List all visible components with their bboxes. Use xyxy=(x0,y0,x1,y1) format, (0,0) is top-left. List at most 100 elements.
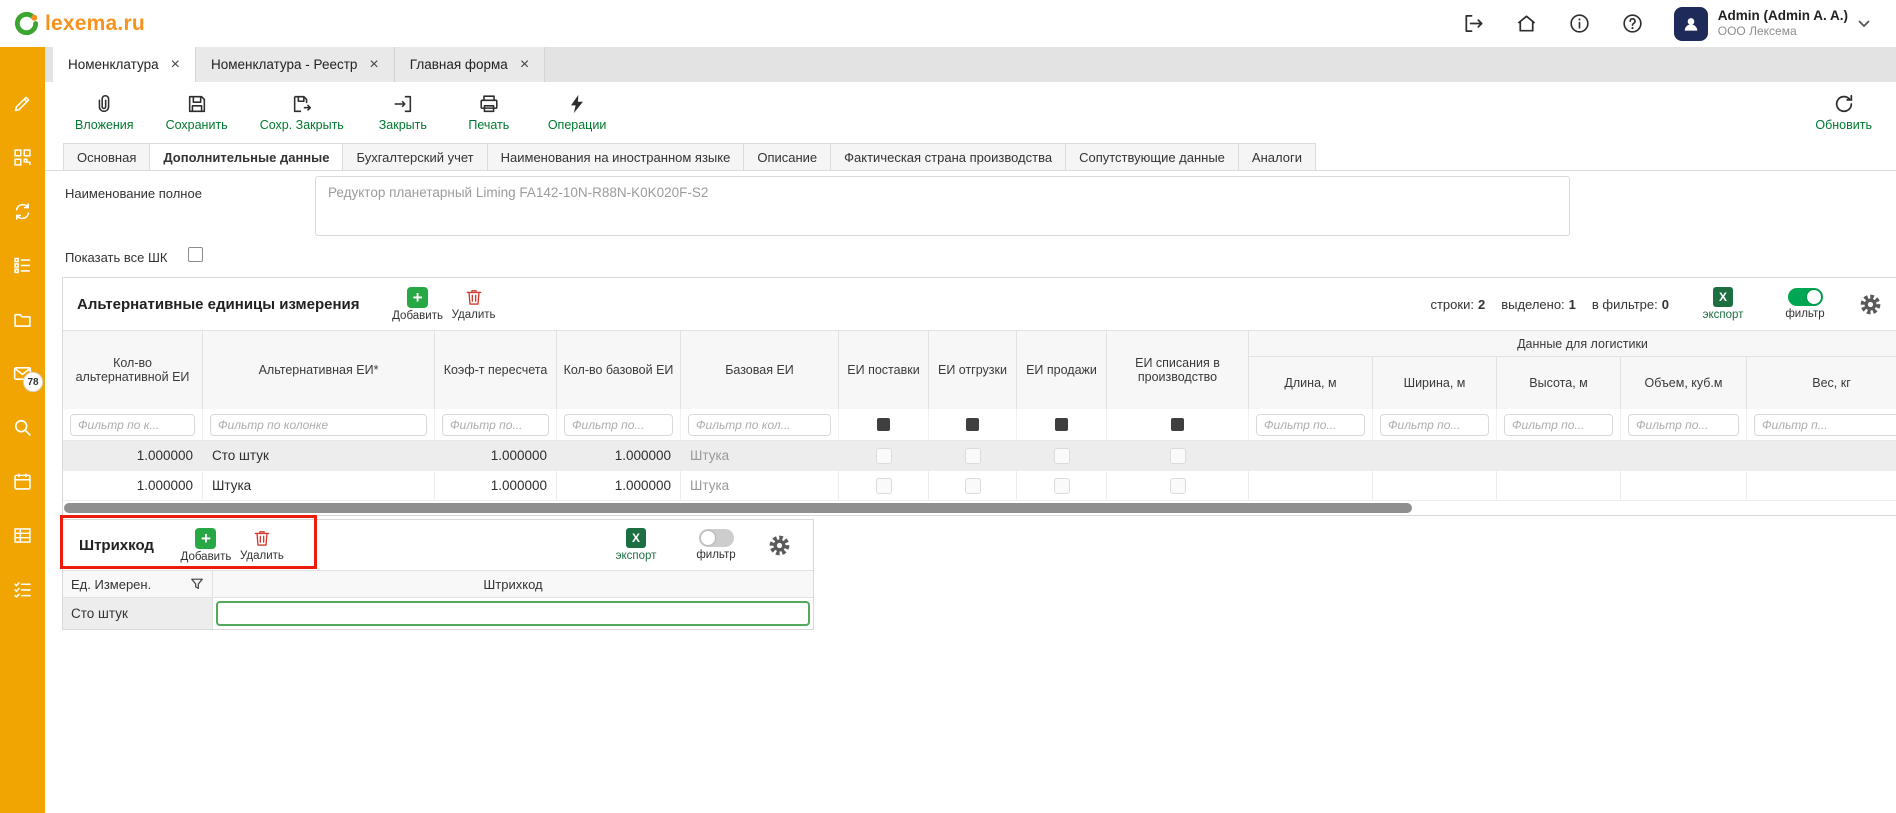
help-icon[interactable] xyxy=(1621,12,1644,35)
gear-icon[interactable] xyxy=(1859,293,1882,316)
subtab-dopolnitelnye-dannye[interactable]: Дополнительные данные xyxy=(149,143,342,170)
table-row[interactable]: 1.000000 Сто штук 1.000000 1.000000 Штук… xyxy=(63,441,1896,471)
cell-width[interactable] xyxy=(1373,471,1497,500)
column-header[interactable]: Объем, куб.м xyxy=(1621,357,1747,409)
cell-coef[interactable]: 1.000000 xyxy=(435,441,557,470)
cell-alt-unit[interactable]: Сто штук xyxy=(203,441,435,470)
alt-units-add-button[interactable]: + Добавить xyxy=(390,287,446,322)
scrollbar-thumb[interactable] xyxy=(64,503,1412,513)
subtab-buhgalterskiy-uchet[interactable]: Бухгалтерский учет xyxy=(342,143,486,170)
column-filter-input[interactable] xyxy=(210,414,427,436)
column-filter-checkbox[interactable] xyxy=(966,418,979,431)
mail-icon[interactable]: 78 xyxy=(12,363,33,384)
column-header[interactable]: Кол-во базовой ЕИ xyxy=(557,331,681,409)
cell-unit[interactable]: Сто штук xyxy=(63,598,213,629)
column-header[interactable]: ЕИ поставки xyxy=(839,331,929,409)
column-filter-input[interactable] xyxy=(564,414,673,436)
subtab-osnovnaya[interactable]: Основная xyxy=(63,143,149,170)
tab-nomenklatura[interactable]: Номенклатура × xyxy=(53,47,196,82)
cell-length[interactable] xyxy=(1249,471,1373,500)
column-header[interactable]: Альтернативная ЕИ* xyxy=(203,331,435,409)
subtab-soputstvuyushchie-dannye[interactable]: Сопутствующие данные xyxy=(1065,143,1238,170)
lexema-logo[interactable]: lexema.ru xyxy=(13,10,145,37)
edit-icon[interactable] xyxy=(12,93,33,114)
home-icon[interactable] xyxy=(1515,12,1538,35)
cell-supply-checkbox[interactable] xyxy=(839,471,929,500)
barcode-filter-toggle[interactable]: фильтр xyxy=(688,529,744,561)
column-filter-checkbox[interactable] xyxy=(1055,418,1068,431)
tab-close-icon[interactable]: × xyxy=(171,57,180,73)
cell-height[interactable] xyxy=(1497,471,1621,500)
print-button[interactable]: Печать xyxy=(462,93,516,132)
cell-sale-checkbox[interactable] xyxy=(1017,471,1107,500)
cell-sale-checkbox[interactable] xyxy=(1017,441,1107,470)
tab-nomenklatura-reestr[interactable]: Номенклатура - Реестр × xyxy=(196,47,395,82)
cell-height[interactable] xyxy=(1497,441,1621,470)
info-icon[interactable] xyxy=(1568,12,1591,35)
column-header[interactable]: Вес, кг xyxy=(1747,357,1896,409)
barcode-icon[interactable] xyxy=(12,147,33,168)
tab-close-icon[interactable]: × xyxy=(369,57,378,73)
cell-supply-checkbox[interactable] xyxy=(839,441,929,470)
calendar-icon[interactable] xyxy=(12,471,33,492)
column-filter-input[interactable] xyxy=(1504,414,1613,436)
column-header[interactable]: ЕИ продажи xyxy=(1017,331,1107,409)
filter-toggle-icon[interactable] xyxy=(1788,288,1823,306)
column-filter-input[interactable] xyxy=(442,414,549,436)
cell-volume[interactable] xyxy=(1621,471,1747,500)
logout-icon[interactable] xyxy=(1462,12,1485,35)
column-filter-checkbox[interactable] xyxy=(877,418,890,431)
column-filter-input[interactable] xyxy=(1628,414,1739,436)
user-menu[interactable]: Admin (Admin A. A.) ООО Лексема xyxy=(1674,7,1870,41)
subtab-strana-proizvodstva[interactable]: Фактическая страна производства xyxy=(830,143,1065,170)
subtab-analogi[interactable]: Аналоги xyxy=(1238,143,1316,170)
subtab-inostrannye-naimenovaniya[interactable]: Наименования на иностранном языке xyxy=(487,143,744,170)
show-all-barcodes-checkbox[interactable] xyxy=(188,247,203,262)
table-row[interactable]: Сто штук xyxy=(63,598,813,629)
cell-width[interactable] xyxy=(1373,441,1497,470)
column-header[interactable]: Высота, м xyxy=(1497,357,1621,409)
column-header[interactable]: ЕИ списания в производство xyxy=(1107,331,1249,409)
filter-toggle-icon[interactable] xyxy=(699,529,734,547)
list-icon[interactable] xyxy=(12,255,33,276)
operations-button[interactable]: Операции xyxy=(548,93,606,132)
cell-weight[interactable] xyxy=(1747,441,1896,470)
search-icon[interactable] xyxy=(12,417,33,438)
gear-icon[interactable] xyxy=(768,534,791,557)
cell-volume[interactable] xyxy=(1621,441,1747,470)
cell-length[interactable] xyxy=(1249,441,1373,470)
cell-base-unit[interactable]: Штука xyxy=(681,471,839,500)
barcode-delete-button[interactable]: Удалить xyxy=(234,528,290,562)
table-row[interactable]: 1.000000 Штука 1.000000 1.000000 Штука xyxy=(63,471,1896,501)
column-filter-input[interactable] xyxy=(688,414,831,436)
checklist-icon[interactable] xyxy=(12,579,33,600)
barcode-add-button[interactable]: + Добавить xyxy=(178,528,234,563)
cell-qty-alt[interactable]: 1.000000 xyxy=(63,441,203,470)
column-filter-input[interactable] xyxy=(1256,414,1365,436)
column-header[interactable]: ЕИ отгрузки xyxy=(929,331,1017,409)
cell-qty-alt[interactable]: 1.000000 xyxy=(63,471,203,500)
folder-icon[interactable] xyxy=(12,309,33,330)
column-header[interactable]: Базовая ЕИ xyxy=(681,331,839,409)
tab-glavnaya-forma[interactable]: Главная форма × xyxy=(395,47,545,82)
alt-units-delete-button[interactable]: Удалить xyxy=(446,287,502,321)
alt-units-export-button[interactable]: X экспорт xyxy=(1695,287,1751,321)
full-name-field[interactable]: Редуктор планетарный Liming FA142-10N-R8… xyxy=(315,176,1570,236)
subtab-opisanie[interactable]: Описание xyxy=(743,143,830,170)
attachments-button[interactable]: Вложения xyxy=(75,93,134,132)
column-header[interactable]: Длина, м xyxy=(1249,357,1373,409)
cell-weight[interactable] xyxy=(1747,471,1896,500)
column-header[interactable]: Ширина, м xyxy=(1373,357,1497,409)
filter-funnel-icon[interactable] xyxy=(190,577,204,591)
barcode-export-button[interactable]: X экспорт xyxy=(608,528,664,562)
tab-close-icon[interactable]: × xyxy=(520,57,529,73)
column-header[interactable]: Коэф-т пересчета xyxy=(435,331,557,409)
cell-base-unit[interactable]: Штука xyxy=(681,441,839,470)
column-header[interactable]: Кол-во альтернативной ЕИ xyxy=(63,331,203,409)
cell-qty-base[interactable]: 1.000000 xyxy=(557,471,681,500)
cell-shipment-checkbox[interactable] xyxy=(929,471,1017,500)
alt-units-filter-toggle[interactable]: фильтр xyxy=(1777,288,1833,320)
save-button[interactable]: Сохранить xyxy=(166,93,228,132)
column-filter-checkbox[interactable] xyxy=(1171,418,1184,431)
sync-icon[interactable] xyxy=(12,201,33,222)
